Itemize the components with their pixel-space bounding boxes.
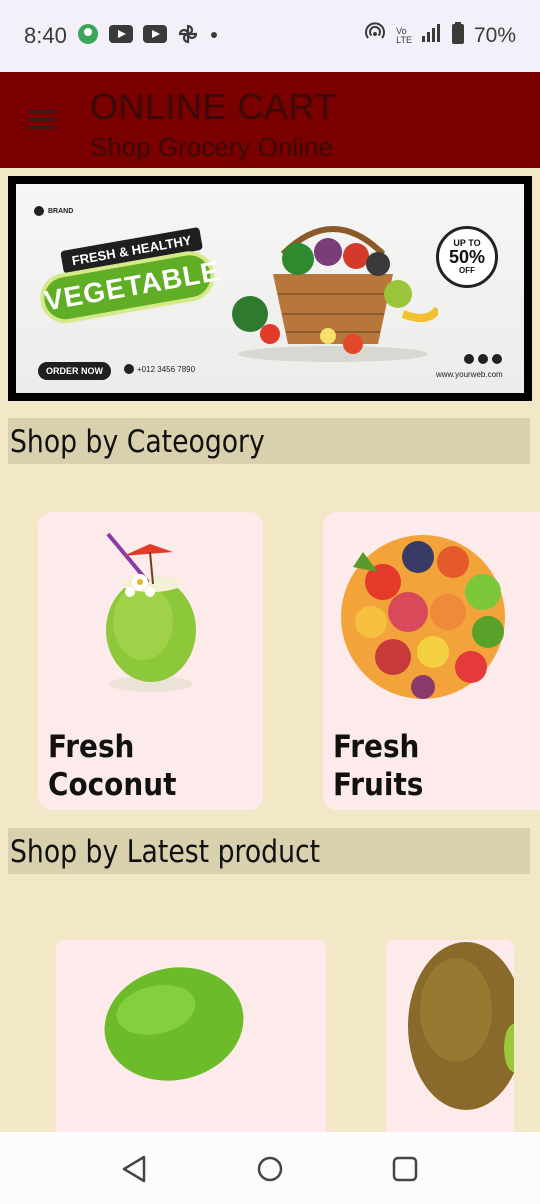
notification-badge-icon xyxy=(77,23,99,50)
phone-icon xyxy=(124,364,134,374)
dot-icon xyxy=(209,27,219,45)
section-title-category: Shop by Cateogory xyxy=(8,418,530,464)
menu-icon[interactable] xyxy=(28,110,56,130)
pinwheel-icon xyxy=(177,23,199,50)
hotspot-icon xyxy=(364,22,386,50)
status-time: 8:40 xyxy=(24,23,67,48)
system-nav-bar xyxy=(0,1132,540,1204)
vegetable-basket-icon xyxy=(232,226,438,362)
signal-icon xyxy=(421,24,442,48)
product-card[interactable] xyxy=(56,940,326,1140)
battery-icon xyxy=(451,22,464,50)
order-now-button[interactable]: ORDER NOW xyxy=(38,362,111,380)
phone-number: +012 3456 7890 xyxy=(137,364,196,374)
brand-logo-icon xyxy=(34,206,44,216)
app-subtitle: Shop Grocery Online xyxy=(90,132,333,162)
app-title: ONLINE CART xyxy=(90,86,337,127)
category-heading: Shop by Cateogory xyxy=(10,424,265,460)
category-label: Fresh Coconut xyxy=(48,728,238,804)
youtube-icon xyxy=(142,24,167,48)
green-coconut-icon xyxy=(104,967,244,1081)
instagram-icon xyxy=(492,354,502,364)
category-card-fruits[interactable]: Fresh Fruits xyxy=(323,512,540,810)
category-label-text: Fresh Coconut xyxy=(48,729,177,803)
fruits-pile-icon xyxy=(341,535,505,699)
home-icon[interactable] xyxy=(255,1154,285,1184)
offer-line3: OFF xyxy=(459,266,475,275)
category-label: Fresh Fruits xyxy=(333,728,540,804)
recent-apps-icon[interactable] xyxy=(390,1154,420,1184)
category-card-coconut[interactable]: Fresh Coconut xyxy=(38,512,263,810)
category-label-text: Fresh Fruits xyxy=(333,729,424,803)
promo-banner[interactable]: BRAND FRESH & HEALTHY VEGETABLE UP TO 50… xyxy=(8,176,532,401)
banner-brand: BRAND xyxy=(34,206,73,216)
lte-text: LTE xyxy=(396,35,412,45)
volte-label: Vo LTE xyxy=(396,27,412,45)
facebook-icon xyxy=(464,354,474,364)
twitter-icon xyxy=(478,354,488,364)
social-icons xyxy=(464,354,502,364)
offer-value: 50% xyxy=(448,247,486,267)
banner-phone: +012 3456 7890 xyxy=(124,364,195,374)
section-title-latest: Shop by Latest product xyxy=(8,828,530,874)
youtube-icon xyxy=(108,24,133,48)
coconut-drink-icon xyxy=(106,532,196,692)
kiwi-icon xyxy=(408,942,514,1110)
status-right-group: Vo LTE 70% xyxy=(364,22,516,50)
latest-heading: Shop by Latest product xyxy=(10,834,321,870)
status-bar: 8:40 Vo LTE 70% xyxy=(0,0,540,72)
brand-text: BRAND xyxy=(48,207,74,215)
battery-percent: 70% xyxy=(473,24,516,47)
offer-badge: UP TO 50% OFF xyxy=(436,226,498,288)
app-bar: ONLINE CART Shop Grocery Online xyxy=(0,72,540,168)
product-card[interactable] xyxy=(386,940,514,1140)
back-icon[interactable] xyxy=(120,1154,150,1184)
banner-website: www.yourweb.com xyxy=(436,370,503,379)
